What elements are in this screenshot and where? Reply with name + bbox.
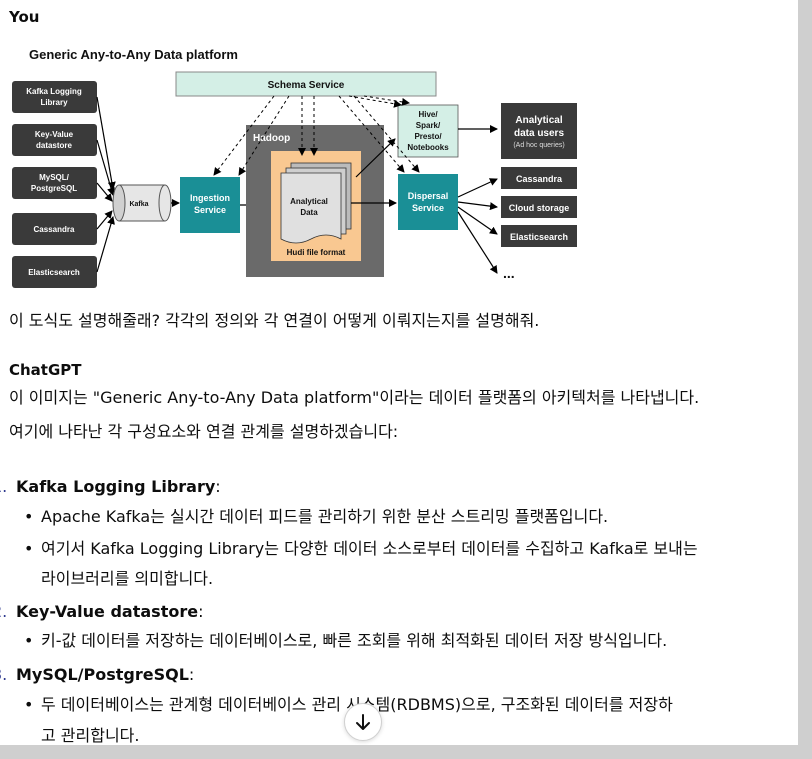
source-kafka-logging-library: Kafka Logging Library	[12, 81, 97, 113]
schema-service-label: Schema Service	[268, 80, 345, 91]
svg-text:Dispersal: Dispersal	[408, 191, 449, 201]
dispersal-service-box	[398, 174, 458, 230]
svg-text:data users: data users	[514, 128, 564, 139]
assistant-intro-line-1: 이 이미지는 "Generic Any-to-Any Data platform…	[9, 388, 700, 407]
svg-text:Library: Library	[40, 98, 68, 107]
user-message: 이 도식도 설명해줄래? 각각의 정의와 각 연결이 어떻게 이뤄지는지를 설명…	[9, 311, 540, 330]
svg-text:Data: Data	[300, 208, 318, 217]
assistant-label: ChatGPT	[9, 361, 82, 379]
svg-text:Service: Service	[412, 203, 444, 213]
list-item-title: Key-Value datastore:	[16, 602, 204, 621]
svg-text:...: ...	[503, 265, 515, 281]
svg-text:Service: Service	[194, 205, 226, 215]
svg-text:Hudi file format: Hudi file format	[287, 248, 346, 257]
svg-text:Cassandra: Cassandra	[34, 225, 75, 234]
svg-text:Cassandra: Cassandra	[516, 174, 563, 184]
svg-text:(Ad hoc queries): (Ad hoc queries)	[513, 142, 564, 149]
arrow-down-icon	[356, 714, 370, 730]
kafka-cylinder: Kafka	[112, 184, 172, 222]
source-mysql-postgresql: MySQL/ PostgreSQL	[12, 167, 97, 199]
svg-text:datastore: datastore	[36, 141, 73, 150]
source-cassandra: Cassandra	[12, 213, 97, 245]
svg-text:Ingestion: Ingestion	[190, 193, 230, 203]
svg-text:Elasticsearch: Elasticsearch	[510, 232, 568, 242]
svg-text:Cloud storage: Cloud storage	[509, 203, 570, 213]
svg-text:Hive/: Hive/	[418, 110, 438, 119]
svg-text:MySQL/: MySQL/	[39, 173, 70, 182]
source-elasticsearch: Elasticsearch	[12, 256, 97, 288]
window-bottom-edge	[0, 745, 798, 759]
svg-text:Hadoop: Hadoop	[253, 133, 290, 144]
scroll-down-button[interactable]	[344, 703, 382, 741]
svg-text:Presto/: Presto/	[414, 132, 442, 141]
window-right-edge	[798, 0, 812, 759]
user-label: You	[9, 8, 40, 26]
svg-text:Analytical: Analytical	[290, 197, 328, 206]
svg-text:PostgreSQL: PostgreSQL	[31, 184, 77, 193]
svg-text:Analytical: Analytical	[515, 115, 562, 126]
list-number: 3.	[0, 665, 8, 684]
list-number: 2.	[0, 602, 8, 621]
list-item-title: MySQL/PostgreSQL:	[16, 665, 195, 684]
svg-text:Kafka Logging: Kafka Logging	[26, 87, 82, 96]
chat-page: You Generic Any-to-Any Data platform Sch…	[0, 0, 798, 759]
diagram-title: Generic Any-to-Any Data platform	[29, 47, 238, 62]
source-key-value-datastore: Key-Value datastore	[12, 124, 97, 156]
svg-text:Spark/: Spark/	[416, 121, 441, 130]
svg-text:Key-Value: Key-Value	[35, 130, 74, 139]
assistant-intro-line-2: 여기에 나타난 각 구성요소와 연결 관계를 설명하겠습니다:	[9, 422, 399, 441]
svg-text:Kafka: Kafka	[129, 201, 148, 208]
architecture-diagram-image: Generic Any-to-Any Data platform Schema …	[9, 37, 585, 289]
svg-text:Notebooks: Notebooks	[407, 143, 449, 152]
list-item-title: Kafka Logging Library:	[16, 477, 221, 496]
svg-text:Elasticsearch: Elasticsearch	[28, 268, 80, 277]
list-number: 1.	[0, 477, 8, 496]
